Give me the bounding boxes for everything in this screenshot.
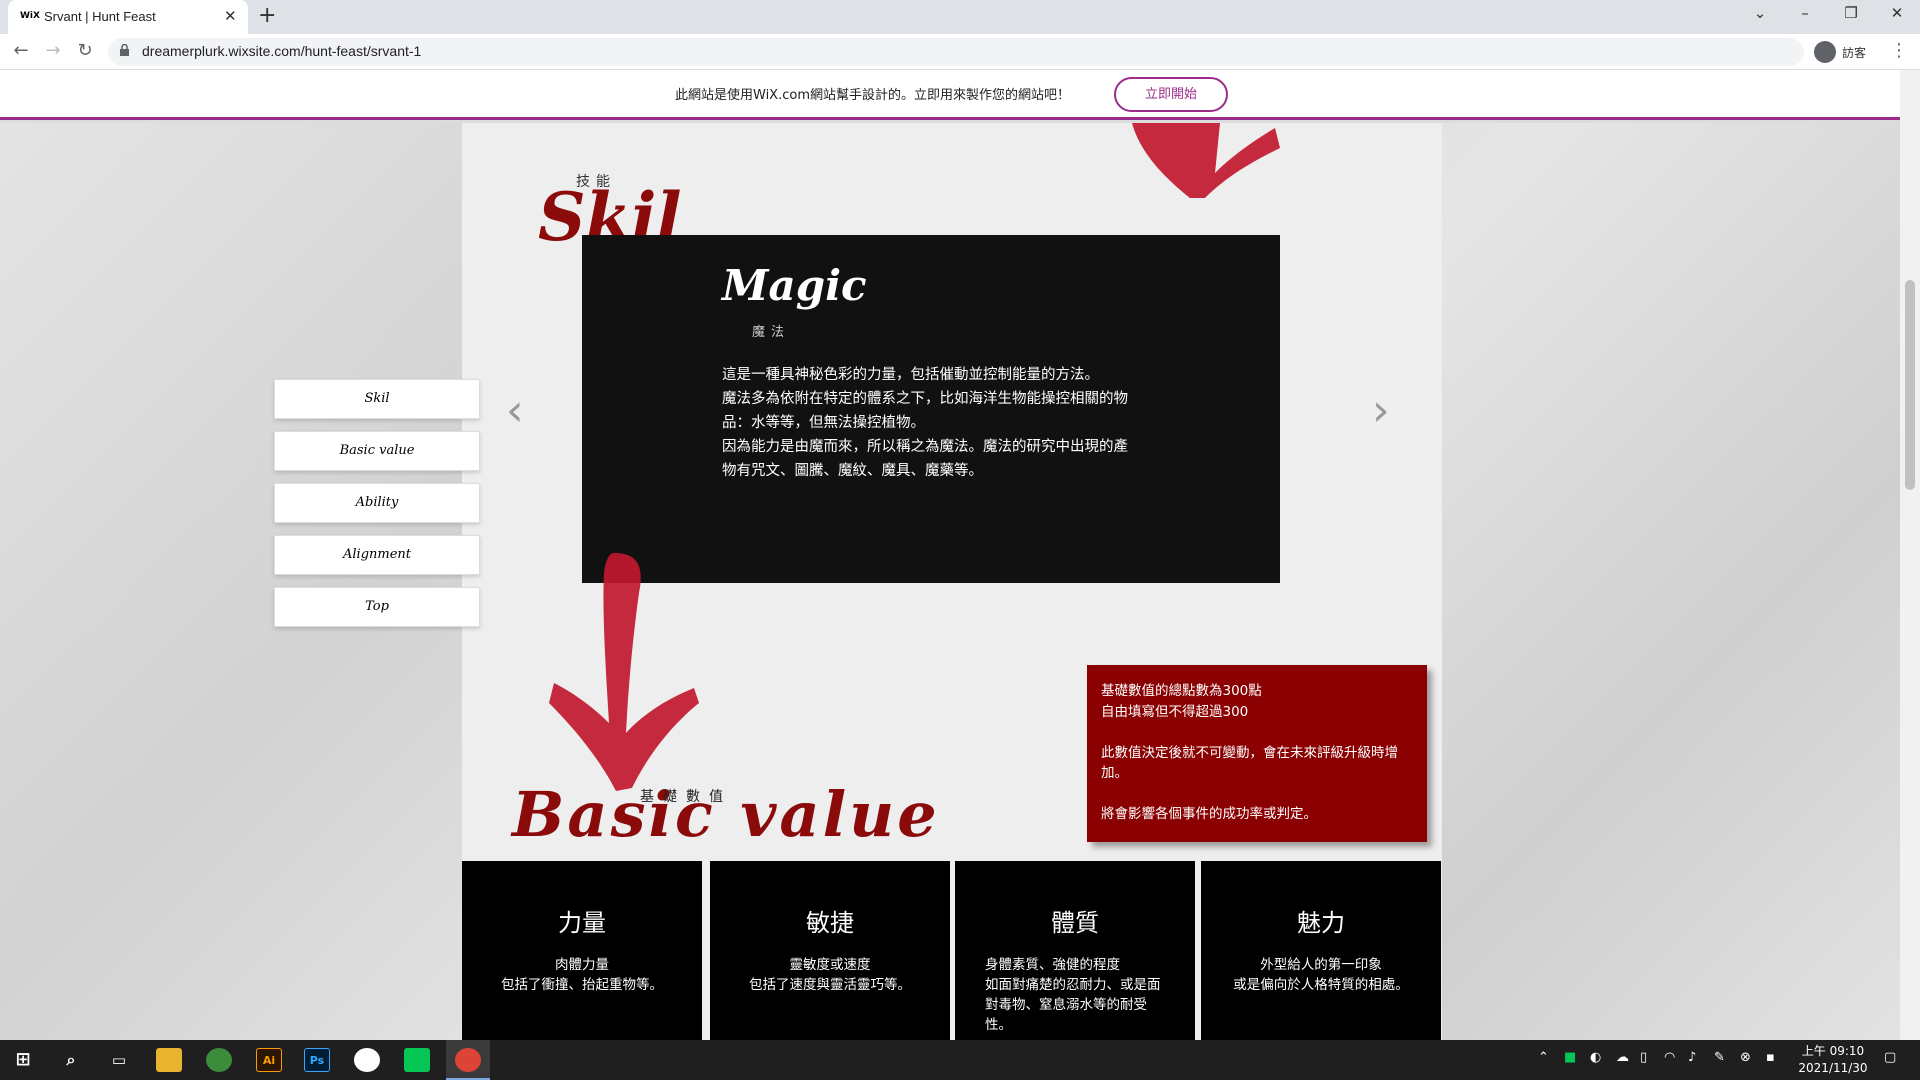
chrome-icon [455,1048,481,1072]
sidenav-item-alignment[interactable]: Alignment [274,535,480,575]
chevron-left-icon[interactable]: ‹ [506,385,524,436]
start-now-button[interactable]: 立即開始 [1114,77,1228,112]
tab-search-icon[interactable]: ⌄ [1745,4,1775,22]
sidenav-item-ability[interactable]: Ability [274,483,480,523]
back-icon[interactable]: ← [8,40,34,61]
scrollbar-thumb[interactable] [1905,280,1915,490]
plurk-icon[interactable] [354,1048,380,1072]
restore-icon[interactable]: ❐ [1836,4,1866,22]
sidenav-item-top[interactable]: Top [274,587,480,627]
lock-icon [120,44,129,56]
info-box: 基礎數值的總點數為300點 自由填寫但不得超過300 此數值決定後就不可變動，會… [1087,665,1427,842]
task-view-icon[interactable]: ▭ [106,1048,132,1072]
page-background: 技能 Skil Magic 魔法 這是一種具神秘色彩的力量，包括催動並控制能量的… [0,123,1900,1040]
stat-card-agility: 敏捷 靈敏度或速度 包括了速度與靈活靈巧等。 [710,861,950,1040]
magic-description: 這是一種具神秘色彩的力量，包括催動並控制能量的方法。 魔法多為依附在特定的體系之… [722,367,1128,479]
illustrator-icon[interactable]: Ai [256,1048,282,1072]
stat-card-charisma: 魅力 外型給人的第一印象 或是偏向於人格特質的相處。 [1201,861,1441,1040]
stat-title: 力量 [558,909,606,937]
red-arrow-down-icon [549,553,699,791]
stat-title: 敏捷 [806,909,854,937]
wechat-tray-icon[interactable]: ■ [1564,1050,1576,1065]
photoshop-icon[interactable]: Ps [304,1048,330,1072]
browser-tab-bar: WiX Srvant | Hunt Feast ✕ + ⌄ – ❐ ✕ [0,0,1920,34]
device-tray-icon[interactable]: ▯ [1640,1050,1647,1065]
avatar-icon [1814,41,1836,63]
wix-promo-banner: 此網站是使用WiX.com網站幫手設計的。立即用來製作您的網站吧！ 立即開始 [0,70,1900,120]
new-tab-icon[interactable]: + [258,3,276,28]
address-bar[interactable]: dreamerplurk.wixsite.com/hunt-feast/srva… [108,38,1804,66]
magic-card: Magic 魔法 這是一種具神秘色彩的力量，包括催動並控制能量的方法。 魔法多為… [582,235,1280,583]
chevron-right-icon[interactable]: › [1372,385,1390,436]
start-icon[interactable]: ⊞ [10,1048,36,1072]
stat-description: 靈敏度或速度 包括了速度與靈活靈巧等。 [749,957,911,993]
tray-chevron-icon[interactable]: ⌃ [1538,1050,1549,1065]
stat-card-constitution: 體質 身體素質、強健的程度 如面對痛楚的忍耐力、或是面對毒物、窒息溺水等的耐受性… [955,861,1195,1040]
profile-label: 訪客 [1842,46,1867,60]
wix-banner-text: 此網站是使用WiX.com網站幫手設計的。立即用來製作您的網站吧！ [675,88,1070,103]
forward-icon[interactable]: → [40,40,66,61]
tray-x-icon[interactable]: ⊗ [1740,1050,1751,1065]
sidenav-item-skil[interactable]: Skil [274,379,480,419]
discord-tray-icon[interactable]: ◐ [1590,1050,1601,1065]
pen-icon[interactable]: ✎ [1714,1050,1725,1065]
chrome-profile-icon[interactable] [206,1048,232,1072]
browser-menu-icon[interactable]: ⋮ [1890,40,1908,61]
magic-subtitle: 魔法 [752,325,791,340]
stat-description: 外型給人的第一印象 或是偏向於人格特質的相處。 [1233,957,1409,993]
profile-button[interactable]: 訪客 [1812,40,1882,64]
close-window-icon[interactable]: ✕ [1882,4,1912,22]
tab-title: Srvant | Hunt Feast [44,9,156,24]
line-icon[interactable] [404,1048,430,1072]
stat-title: 魅力 [1297,909,1345,937]
volume-icon[interactable]: ♪ [1688,1050,1696,1065]
taskbar-active-app[interactable] [446,1040,490,1080]
wix-favicon-icon: WiX [20,11,40,21]
close-tab-icon[interactable]: ✕ [224,7,237,25]
taskbar-clock[interactable]: 上午 09:10 2021/11/30 [1788,1043,1878,1077]
stat-title: 體質 [1051,909,1099,937]
stat-description: 身體素質、強健的程度 如面對痛楚的忍耐力、或是面對毒物、窒息溺水等的耐受性。 [985,957,1161,1033]
file-explorer-icon[interactable] [156,1048,182,1072]
stat-description: 肉體力量 包括了衝撞、抬起重物等。 [501,957,663,993]
reload-icon[interactable]: ↻ [72,40,98,61]
minimize-icon[interactable]: – [1790,4,1820,22]
notification-icon[interactable]: ▢ [1884,1050,1896,1065]
magic-title: Magic [722,261,867,310]
windows-taskbar: ⊞ ⌕ ▭ Ai Ps ⌃ ■ ◐ ☁ ▯ ◠ ♪ ✎ ⊗ ▪ 上午 09:10… [0,1040,1920,1080]
ime-icon[interactable]: ▪ [1766,1050,1775,1065]
browser-nav-bar: ← → ↻ dreamerplurk.wixsite.com/hunt-feas… [0,34,1920,70]
url-text: dreamerplurk.wixsite.com/hunt-feast/srva… [142,43,422,59]
basic-value-subtitle: 基礎數值 [640,789,732,805]
browser-tab[interactable]: WiX Srvant | Hunt Feast ✕ [8,0,248,34]
cloud-tray-icon[interactable]: ☁ [1616,1050,1629,1065]
sidenav-item-basic-value[interactable]: Basic value [274,431,480,471]
search-icon[interactable]: ⌕ [58,1048,84,1072]
stat-card-strength: 力量 肉體力量 包括了衝撞、抬起重物等。 [462,861,702,1040]
red-arrow-top-icon [1132,123,1280,198]
wifi-icon[interactable]: ◠ [1664,1050,1675,1065]
page-scrollbar[interactable] [1900,70,1920,1040]
